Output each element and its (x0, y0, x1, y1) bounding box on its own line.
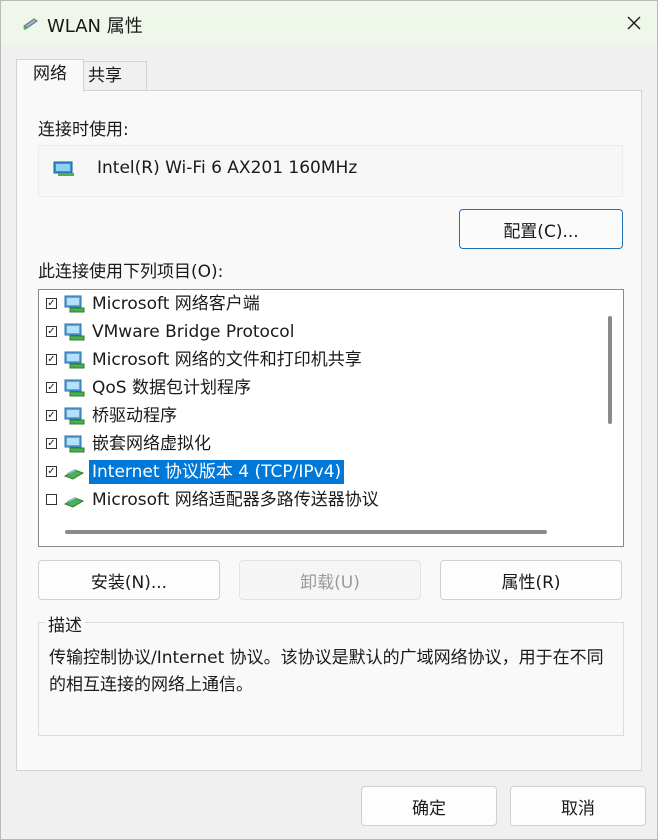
item-checkbox[interactable]: ✓ (46, 326, 57, 337)
item-label: Microsoft 网络的文件和打印机共享 (92, 350, 362, 370)
list-item[interactable]: Microsoft 网络适配器多路传送器协议 (39, 486, 599, 514)
description-text: 传输控制协议/Internet 协议。该协议是默认的广域网络协议，用于在不同的相… (49, 648, 604, 695)
network-card-icon (53, 161, 74, 176)
list-item[interactable]: ✓ 嵌套网络虚拟化 (39, 430, 599, 458)
protocol-icon (63, 461, 87, 483)
item-checkbox[interactable]: ✓ (46, 354, 57, 365)
description-title: 描述 (45, 611, 85, 636)
item-label: QoS 数据包计划程序 (92, 378, 251, 398)
ok-button[interactable]: 确定 (361, 786, 497, 826)
list-item[interactable]: ✓ QoS 数据包计划程序 (39, 374, 599, 402)
uninstall-button[interactable]: 卸载(U) (239, 560, 421, 600)
tab-network[interactable]: 网络 (16, 59, 84, 92)
window-title: WLAN 属性 (47, 16, 143, 37)
service-network-icon (63, 349, 87, 371)
install-button[interactable]: 安装(N)... (38, 560, 220, 600)
item-label: Microsoft 网络客户端 (92, 294, 260, 314)
adapter-box: Intel(R) Wi-Fi 6 AX201 160MHz (38, 145, 623, 197)
item-label: Internet 协议版本 4 (TCP/IPv4) (89, 460, 345, 484)
service-network-icon (63, 321, 87, 343)
list-item[interactable]: ✓ VMware Bridge Protocol (39, 318, 599, 346)
components-list[interactable]: ✓ Microsoft 网络客户端 ✓ VMware Bridge Protocol ✓… (38, 289, 624, 547)
title-bar: WLAN 属性 (1, 1, 657, 45)
item-label: 桥驱动程序 (92, 406, 177, 426)
adapter-name: Intel(R) Wi-Fi 6 AX201 160MHz (97, 158, 358, 178)
description-group: 描述 传输控制协议/Internet 协议。该协议是默认的广域网络协议，用于在不… (38, 611, 624, 736)
item-checkbox[interactable]: ✓ (46, 410, 57, 421)
properties-dialog: WLAN 属性 网络 共享 连接时使用: Intel(R) Wi-Fi 6 AX… (0, 0, 658, 840)
configure-button[interactable]: 配置(C)... (459, 209, 623, 249)
horizontal-scrollbar[interactable] (65, 530, 547, 534)
service-network-icon (63, 433, 87, 455)
item-checkbox[interactable] (46, 494, 57, 505)
client-network-icon (63, 293, 87, 315)
item-checkbox[interactable]: ✓ (46, 382, 57, 393)
item-label: 嵌套网络虚拟化 (92, 434, 211, 454)
network-tab-panel: 连接时使用: Intel(R) Wi-Fi 6 AX201 160MHz 配置(… (16, 90, 642, 771)
list-item[interactable]: ✓ Microsoft 网络客户端 (39, 290, 599, 318)
connect-using-label: 连接时使用: (38, 120, 129, 140)
vertical-scrollbar[interactable] (608, 316, 612, 424)
item-label: VMware Bridge Protocol (92, 322, 295, 342)
item-checkbox[interactable]: ✓ (46, 466, 57, 477)
items-list-label: 此连接使用下列项目(O): (38, 262, 224, 282)
list-item[interactable]: ✓ 桥驱动程序 (39, 402, 599, 430)
item-checkbox[interactable]: ✓ (46, 438, 57, 449)
cancel-button[interactable]: 取消 (510, 786, 646, 826)
service-network-icon (63, 405, 87, 427)
close-button[interactable] (611, 1, 657, 45)
tab-sharing[interactable]: 共享 (83, 61, 147, 91)
properties-button[interactable]: 属性(R) (440, 560, 622, 600)
close-icon (627, 16, 641, 30)
service-network-icon (63, 377, 87, 399)
list-item[interactable]: ✓ Microsoft 网络的文件和打印机共享 (39, 346, 599, 374)
list-item[interactable]: ✓ Internet 协议版本 4 (TCP/IPv4) (39, 458, 599, 486)
item-checkbox[interactable]: ✓ (46, 298, 57, 309)
item-label: Microsoft 网络适配器多路传送器协议 (92, 490, 379, 510)
network-adapter-icon (23, 18, 38, 30)
protocol-icon (63, 489, 87, 511)
